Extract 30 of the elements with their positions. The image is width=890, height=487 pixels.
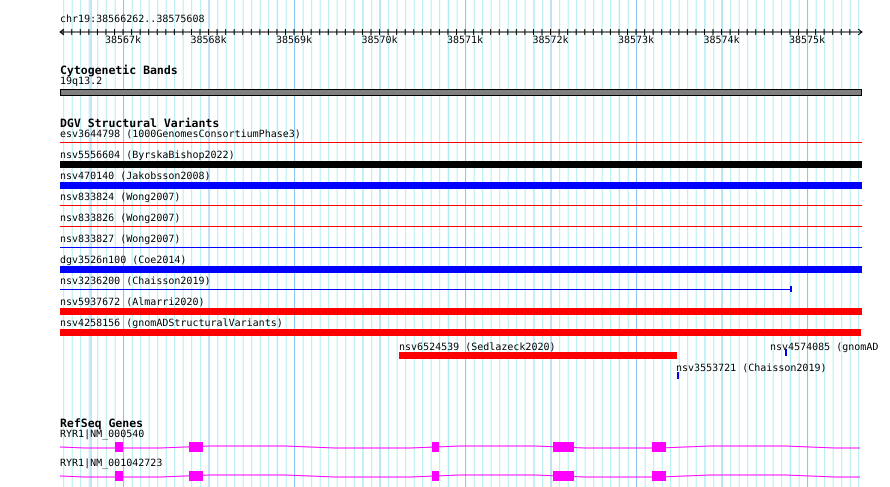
transcript-label: RYR1|NM_000540: [60, 429, 144, 440]
variant-label: esv3644798 (1000GenomesConsortiumPhase3): [60, 129, 301, 140]
variant-label: nsv4258156 (gnomADStructuralVariants): [60, 318, 283, 329]
scale-label: 38568k: [190, 35, 227, 46]
transcript-label: RYR1|NM_001042723: [60, 458, 162, 469]
variant-label: nsv3236200 (Chaisson2019): [60, 276, 211, 287]
variant-label: nsv5937672 (Almarri2020): [60, 297, 204, 308]
variant-label: nsv470140 (Jakobsson2008): [60, 171, 211, 182]
track-title: Cytogenetic Bands: [60, 64, 178, 76]
scale-label: 38575k: [788, 35, 826, 46]
variant-label: nsv833824 (Wong2007): [60, 192, 180, 203]
variant-label: nsv5556604 (ByrskaBishop2022): [60, 150, 235, 161]
scale-label: 38571k: [446, 35, 484, 46]
end-tick: [790, 286, 792, 292]
variant-label: nsv833827 (Wong2007): [60, 234, 180, 245]
variant-label: nsv833826 (Wong2007): [60, 213, 180, 224]
variant-label: nsv3553721 (Chaisson2019): [676, 363, 827, 374]
band-label: 19q13.2: [60, 76, 102, 87]
track-title: RefSeq Genes: [60, 417, 144, 429]
scale-label: 38567k: [104, 35, 142, 46]
variant-label: nsv4574085 (gnomAD: [770, 342, 878, 353]
scale-label: 38569k: [276, 35, 312, 46]
scale-label: 38573k: [618, 35, 654, 46]
variant-label: nsv6524539 (Sedlazeck2020): [399, 342, 556, 353]
track-title: DGV Structural Variants: [60, 117, 220, 129]
scale-label: 38574k: [703, 35, 740, 46]
scale-label: 38570k: [361, 35, 398, 46]
variant-label: dgv3526n100 (Coe2014): [60, 255, 186, 266]
location-label: chr19:38566262..38575608: [60, 14, 204, 25]
scale-label: 38572k: [532, 35, 569, 46]
